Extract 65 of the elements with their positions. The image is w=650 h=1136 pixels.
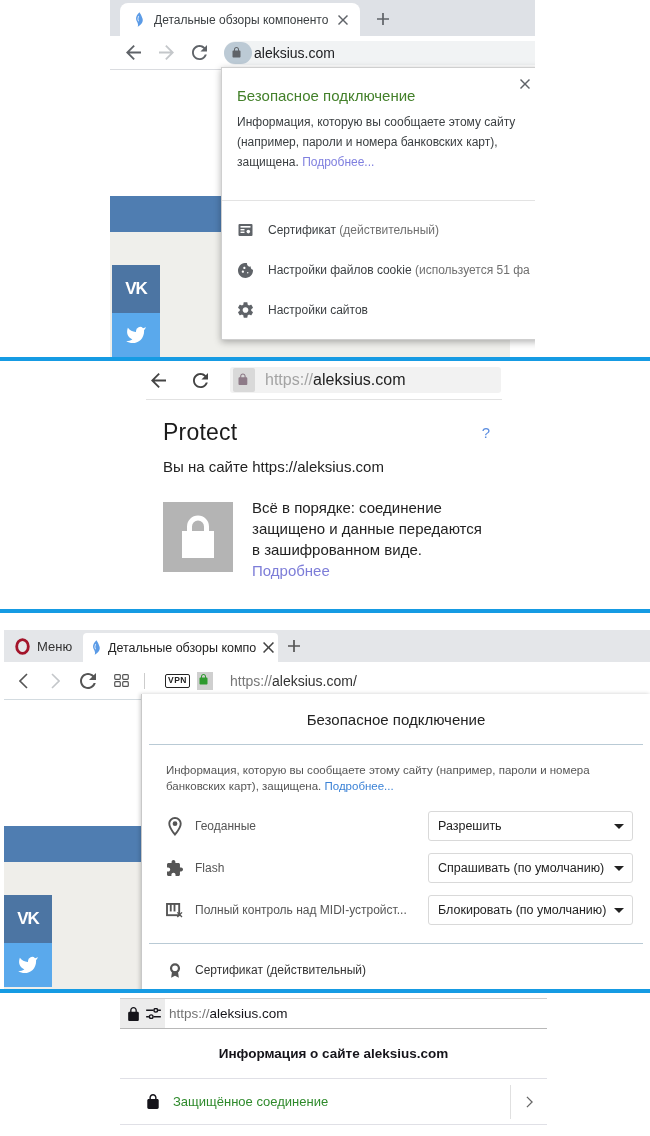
close-icon[interactable]: [263, 642, 275, 653]
menu-button[interactable]: Меню: [4, 630, 83, 662]
browser-tab[interactable]: Детальные обзоры компо: [83, 633, 278, 662]
more-link[interactable]: Подробнее: [252, 560, 330, 581]
plus-icon[interactable]: [377, 13, 389, 25]
address-field[interactable]: https://aleksius.com/: [230, 672, 357, 689]
chevron-icon: [526, 1095, 533, 1108]
back-icon[interactable]: [19, 672, 28, 689]
sliders-icon[interactable]: [146, 1008, 161, 1019]
permission-dropdown[interactable]: Спрашивать (по умолчанию): [428, 853, 633, 883]
more-link[interactable]: Подробнее...: [302, 155, 375, 169]
share-button[interactable]: VK: [112, 265, 160, 313]
protect-title: Protect: [163, 418, 238, 446]
plus-icon[interactable]: [288, 640, 300, 652]
vpn-badge[interactable]: VPN: [165, 673, 190, 688]
lock-icon[interactable]: [224, 41, 252, 64]
close-icon[interactable]: [520, 79, 530, 89]
reload-icon[interactable]: [80, 672, 96, 689]
caret-icon: [614, 823, 624, 829]
permission-label: Полный контроль над MIDI-устройст...: [195, 903, 408, 917]
menu-item[interactable]: Сертификат (действительный): [222, 210, 535, 250]
more-link[interactable]: Подробнее...: [324, 780, 394, 792]
popup-title: Безопасное подключение: [237, 87, 416, 105]
status-text: Всё в порядке: соединение защищено и данные передаются в зашифрованном виде.: [252, 498, 483, 560]
address-field[interactable]: https://aleksius.com: [169, 1006, 288, 1021]
certificate-item[interactable]: Сертификат (действительный): [169, 955, 367, 985]
grid-icon[interactable]: [114, 674, 129, 687]
favicon-icon: [92, 640, 101, 655]
popup-description: Информация, которую вы сообщаете этому сайту (например, пароли и номера банковских карт), защищена. Подробнее...: [166, 763, 591, 794]
popup-title: Безопасное подключение: [305, 711, 487, 729]
popup-description: Информация, которую вы сообщаете этому сайту (например, пароли и номера банковских карт), защищена. Подробнее...: [237, 114, 517, 171]
award-icon: [169, 962, 181, 978]
favicon-icon: [135, 12, 144, 27]
reload-icon[interactable]: [192, 45, 207, 60]
piano-keys-icon: [166, 902, 183, 918]
caret-icon: [614, 907, 624, 913]
permission-dropdown[interactable]: Разрешить: [428, 811, 633, 841]
lock-icon[interactable]: [128, 1006, 139, 1021]
permission-label: Flash: [195, 861, 226, 875]
secure-connection-item[interactable]: Защищённое соединение: [120, 1079, 547, 1125]
lock-icon: [147, 1094, 159, 1109]
back-icon[interactable]: [126, 45, 141, 60]
ring-icon: [15, 637, 30, 655]
back-icon[interactable]: [151, 372, 166, 388]
location-pin-icon: [167, 816, 182, 836]
lock-icon: [163, 502, 233, 572]
menu-item[interactable]: Настройки сайтов: [222, 290, 535, 330]
bird-icon: [125, 326, 147, 344]
gear-icon: [238, 302, 253, 318]
site-address-text: Вы на сайте https://aleksius.com: [163, 458, 385, 476]
share-button[interactable]: VK: [4, 895, 52, 943]
permission-label: Геоданные: [195, 819, 257, 833]
certificate-icon: [238, 224, 253, 236]
close-icon[interactable]: [338, 14, 349, 25]
bird-icon: [17, 956, 39, 974]
caret-icon: [614, 865, 624, 871]
puzzle-icon: [166, 860, 183, 876]
address-field[interactable]: aleksius.com: [224, 40, 535, 65]
menu-item[interactable]: Настройки файлов cookie (используется 51 фа: [222, 250, 535, 290]
browser-tab[interactable]: Детальные обзоры компоненто: [120, 3, 360, 36]
address-field[interactable]: https://aleksius.com: [230, 367, 501, 393]
popup-title: Информация о сайте aleksius.com: [217, 1045, 450, 1062]
permission-dropdown[interactable]: Блокировать (по умолчанию): [428, 895, 633, 925]
reload-icon[interactable]: [193, 372, 208, 388]
cookie-icon: [238, 262, 253, 278]
